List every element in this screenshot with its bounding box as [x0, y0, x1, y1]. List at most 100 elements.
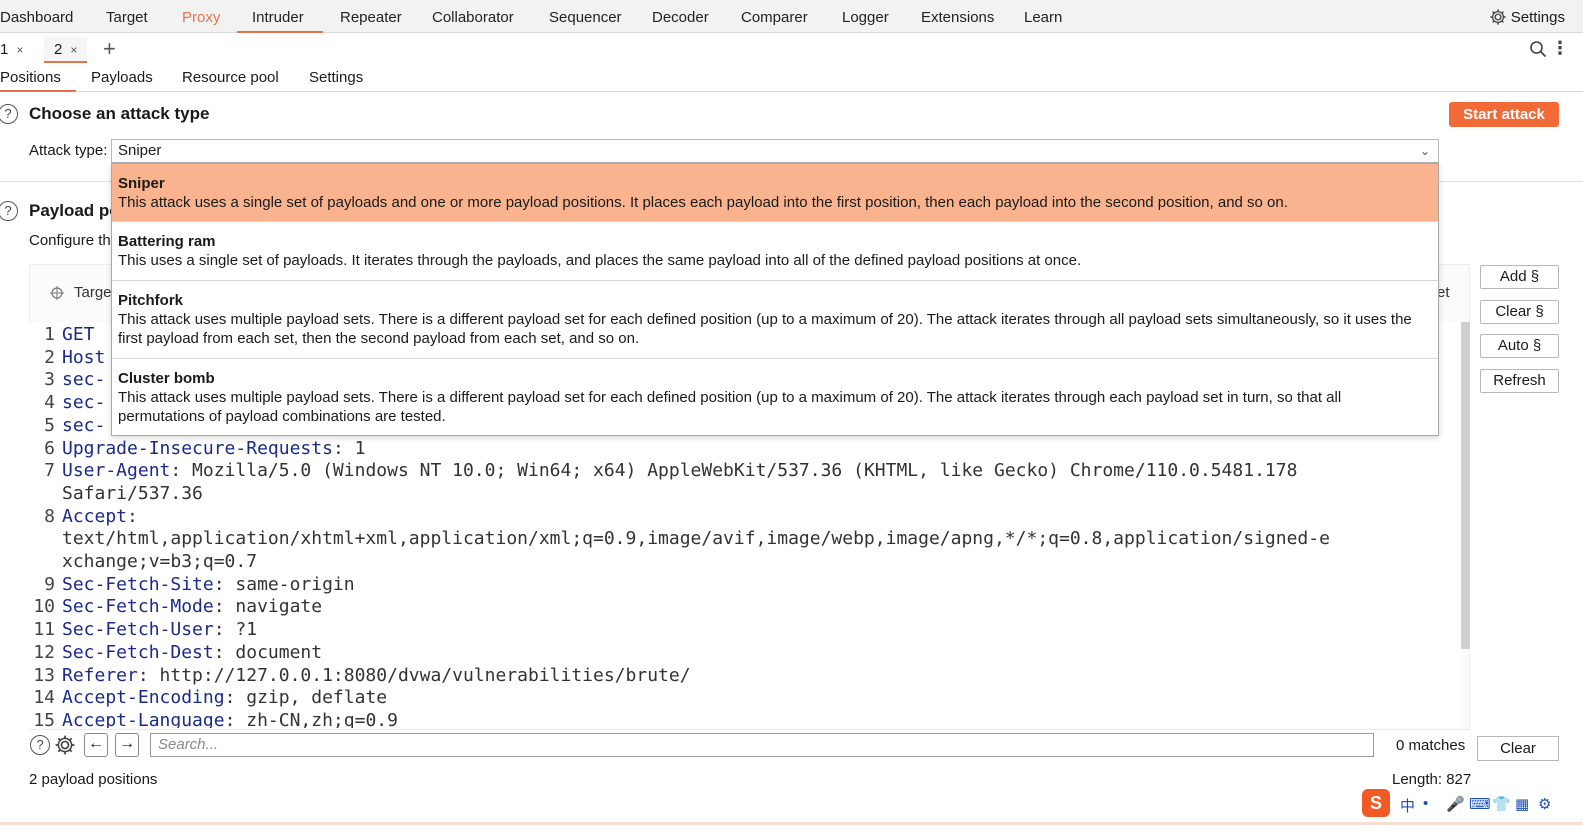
attack-type-select[interactable]: Sniper ⌄ [111, 139, 1439, 163]
match-count: 0 matches [1396, 737, 1466, 754]
next-match-button[interactable]: → [115, 733, 139, 757]
request-line[interactable]: 9 Sec-Fetch-Site: same-origin [29, 573, 355, 596]
nav-collaborator[interactable]: Collaborator [432, 0, 514, 33]
target-icon [50, 286, 64, 300]
header-value: : gzip, deflate [224, 687, 388, 709]
search-icon[interactable] [1529, 40, 1547, 62]
gear-icon[interactable] [54, 734, 76, 760]
refresh-button[interactable]: Refresh [1480, 369, 1559, 393]
request-line[interactable]: 15 Accept-Language: zh-CN,zh;q=0.9 [29, 709, 398, 728]
header-value: : same-origin [213, 573, 355, 595]
settings-button[interactable]: Settings [1489, 0, 1565, 33]
nav-decoder[interactable]: Decoder [652, 0, 709, 33]
attack-type-title: Choose an attack type [29, 104, 210, 123]
help-icon[interactable]: ? [0, 201, 18, 221]
line-content: sec- [62, 369, 105, 390]
line-number: 14 [33, 687, 55, 709]
tab-1[interactable]: 1 × [0, 37, 29, 63]
payload-positions-count: 2 payload positions [29, 771, 158, 788]
line-number: 7 [44, 460, 55, 482]
line-number: 13 [33, 664, 55, 686]
request-line[interactable]: 11 Sec-Fetch-User: ?1 [29, 618, 257, 641]
tab-payloads[interactable]: Payloads [91, 64, 153, 92]
nav-target[interactable]: Target [106, 0, 148, 33]
line-content: Upgrade-Insecure-Requests: 1 [62, 438, 365, 459]
header-value: : http://127.0.0.1:8080/dvwa/vulnerabili… [137, 664, 691, 686]
line-content: GET [62, 324, 95, 345]
search-input[interactable]: Search... [150, 733, 1374, 757]
option-name: Battering ram [118, 233, 216, 250]
nav-sequencer[interactable]: Sequencer [549, 0, 622, 33]
request-line[interactable]: 10 Sec-Fetch-Mode: navigate [29, 595, 322, 618]
option-description: first payload from each set, then the se… [118, 330, 640, 347]
request-line[interactable]: 14 Accept-Encoding: gzip, deflate [29, 686, 387, 709]
option-battering-ram[interactable]: Battering ram This uses a single set of … [112, 222, 1438, 281]
header-name: Host [62, 346, 106, 368]
intruder-subtabs: Positions Payloads Resource pool Setting… [0, 64, 1583, 92]
header-value: Safari/537.36 [62, 482, 203, 504]
tab-settings[interactable]: Settings [309, 64, 363, 92]
request-line[interactable]: 2 Host [29, 346, 105, 369]
line-content: Accept-Encoding: gzip, deflate [62, 687, 387, 708]
request-line[interactable]: 13 Referer: http://127.0.0.1:8080/dvwa/vu… [29, 664, 691, 687]
more-tools-icon[interactable]: ⚙ [1538, 795, 1551, 813]
request-line[interactable]: 5 sec- [29, 414, 105, 437]
line-number: 11 [33, 619, 55, 641]
skin-icon[interactable]: 👕 [1492, 795, 1511, 813]
request-line[interactable]: xchange;v=b3;q=0.7 [29, 550, 257, 573]
nav-dashboard[interactable]: Dashboard [0, 0, 73, 33]
option-cluster-bomb[interactable]: Cluster bomb This attack uses multiple p… [112, 359, 1438, 436]
nav-intruder[interactable]: Intruder [237, 0, 323, 33]
tab-2[interactable]: 2 × [44, 37, 88, 63]
close-icon[interactable]: × [16, 43, 23, 57]
microphone-icon[interactable]: 🎤 [1446, 795, 1465, 813]
request-line[interactable]: 4 sec- [29, 391, 105, 414]
request-line[interactable]: 3 sec- [29, 368, 105, 391]
request-line[interactable]: 7 User-Agent: Mozilla/5.0 (Windows NT 10.… [29, 459, 1297, 482]
request-line[interactable]: text/html,application/xhtml+xml,applicat… [29, 527, 1330, 550]
clear-button[interactable]: Clear [1477, 736, 1559, 761]
close-icon[interactable]: × [70, 43, 77, 57]
request-line[interactable]: 8 Accept: [29, 505, 138, 528]
request-line[interactable]: Safari/537.36 [29, 482, 203, 505]
header-name: Accept-Language [62, 709, 225, 728]
help-icon[interactable]: ? [30, 735, 50, 755]
option-pitchfork[interactable]: Pitchfork This attack uses multiple payl… [112, 281, 1438, 359]
header-name: Referer [62, 664, 138, 686]
option-sniper[interactable]: Sniper This attack uses a single set of … [112, 164, 1438, 222]
payload-positions-title: Payload po [29, 201, 120, 220]
nav-proxy[interactable]: Proxy [182, 0, 220, 33]
nav-learn[interactable]: Learn [1024, 0, 1062, 33]
start-attack-button[interactable]: Start attack [1449, 102, 1559, 127]
nav-repeater[interactable]: Repeater [340, 0, 402, 33]
clear-markers-button[interactable]: Clear § [1480, 300, 1559, 324]
attack-type-dropdown: Sniper This attack uses a single set of … [111, 163, 1439, 436]
tab-resource-pool[interactable]: Resource pool [182, 64, 279, 92]
nav-extensions[interactable]: Extensions [921, 0, 994, 33]
nav-logger[interactable]: Logger [842, 0, 889, 33]
line-content: Safari/537.36 [62, 483, 203, 504]
tab-positions[interactable]: Positions [0, 64, 76, 92]
more-options-icon[interactable]: ⋮ [1551, 38, 1569, 59]
line-number: 5 [44, 414, 55, 436]
request-line[interactable]: 6 Upgrade-Insecure-Requests: 1 [29, 437, 365, 460]
keyboard-icon[interactable]: ⌨ [1469, 795, 1491, 813]
request-line[interactable]: 1 GET [29, 323, 95, 346]
help-icon[interactable]: ? [0, 104, 18, 124]
auto-markers-button[interactable]: Auto § [1480, 334, 1559, 358]
add-marker-button[interactable]: Add § [1480, 265, 1559, 289]
request-length: Length: 827 [1392, 771, 1472, 788]
ime-logo[interactable]: S [1362, 789, 1390, 817]
editor-scrollbar[interactable] [1461, 322, 1470, 649]
ime-language[interactable]: 中 [1400, 795, 1415, 816]
request-line[interactable]: 12 Sec-Fetch-Dest: document [29, 641, 322, 664]
toolbox-icon[interactable]: ▦ [1515, 795, 1529, 813]
header-name: Accept [62, 505, 128, 527]
add-tab-icon[interactable]: + [103, 36, 116, 62]
header-name: sec- [62, 414, 106, 436]
nav-comparer[interactable]: Comparer [741, 0, 808, 33]
punctuation-icon[interactable]: • [1423, 795, 1428, 812]
header-value: : navigate [213, 596, 323, 618]
tab-label: 1 [0, 41, 9, 58]
previous-match-button[interactable]: ← [84, 733, 108, 757]
